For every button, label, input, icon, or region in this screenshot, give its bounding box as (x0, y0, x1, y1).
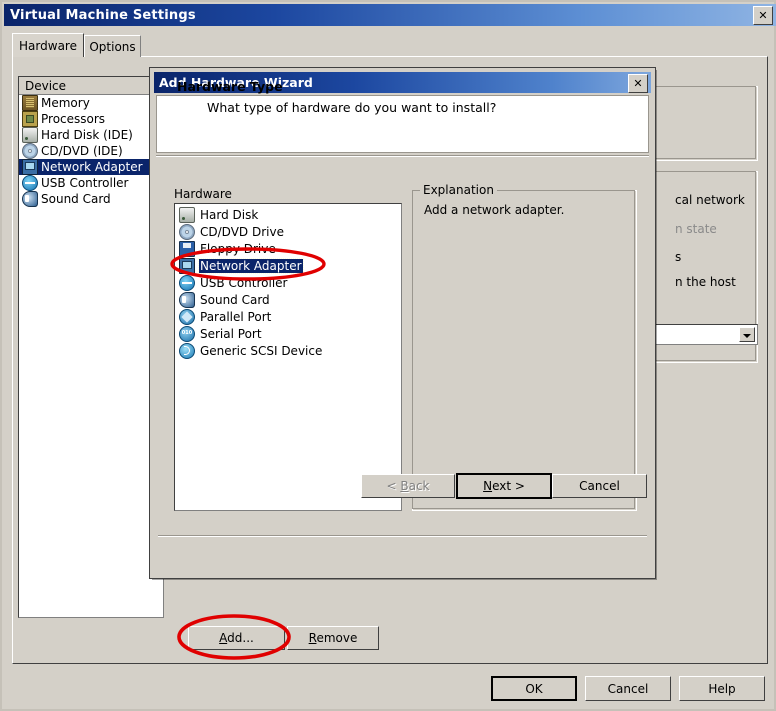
cd-dvd-icon (22, 143, 38, 159)
network-adapter-icon (22, 159, 38, 175)
window-title: Virtual Machine Settings (4, 8, 196, 23)
chevron-down-icon[interactable] (739, 327, 755, 342)
device-list-item[interactable]: Processors (19, 111, 163, 127)
hardware-list-item[interactable]: Hard Disk (175, 206, 401, 223)
info-fragment-4: n the host (675, 275, 736, 289)
tab-hardware-label: Hardware (19, 39, 77, 53)
hardware-item-label: USB Controller (199, 276, 288, 290)
next-rest: ext > (492, 479, 525, 493)
ok-button-label: OK (525, 682, 542, 696)
hardware-item-label: Sound Card (199, 293, 271, 307)
usb-icon (179, 275, 195, 291)
wizard-footer-divider-highlight (158, 536, 647, 537)
next-mnemonic: N (483, 479, 492, 493)
add-button-label: Add... (219, 631, 254, 645)
wizard-cancel-button[interactable]: Cancel (552, 474, 647, 498)
device-list[interactable]: Device Memory Processors Hard Disk (IDE) CD… (18, 76, 164, 618)
scsi-icon (179, 343, 195, 359)
device-item-label: Network Adapter (41, 160, 143, 174)
tab-strip: Hardware Options (12, 35, 768, 57)
explanation-groupbox (412, 190, 637, 511)
add-hardware-wizard-dialog: Add Hardware Wizard ✕ Hardware Type What… (150, 68, 655, 578)
device-item-label: Hard Disk (IDE) (41, 128, 133, 142)
device-item-label: USB Controller (41, 176, 128, 190)
hard-disk-icon (22, 127, 38, 143)
sound-card-icon (22, 191, 38, 207)
next-button[interactable]: Next > (456, 473, 552, 499)
help-button[interactable]: Help (679, 676, 765, 701)
device-list-item[interactable]: CD/DVD (IDE) (19, 143, 163, 159)
usb-icon (22, 175, 38, 191)
hardware-item-label: Serial Port (199, 327, 263, 341)
device-item-label: Processors (41, 112, 105, 126)
device-item-label: Memory (41, 96, 90, 110)
serial-port-icon: 010 (179, 326, 195, 342)
hard-disk-icon (179, 207, 195, 223)
wizard-heading: Hardware Type (177, 79, 283, 94)
device-list-item[interactable]: Network Adapter (19, 159, 163, 175)
wizard-cancel-label: Cancel (579, 479, 620, 493)
cpu-icon (22, 111, 38, 127)
device-list-item[interactable]: Memory (19, 95, 163, 111)
main-titlebar: Virtual Machine Settings ✕ (4, 4, 776, 26)
ok-button[interactable]: OK (491, 676, 577, 701)
hardware-list-item[interactable]: CD/DVD Drive (175, 223, 401, 240)
tab-hardware[interactable]: Hardware (12, 33, 84, 57)
explanation-text: Add a network adapter. (424, 203, 564, 217)
back-mnemonic: B (400, 479, 408, 493)
back-button[interactable]: < Back (361, 474, 455, 498)
wizard-header-divider-highlight (156, 156, 649, 157)
hardware-item-label: Parallel Port (199, 310, 272, 324)
hardware-list-item[interactable]: USB Controller (175, 274, 401, 291)
cancel-button-label: Cancel (608, 682, 649, 696)
device-list-item[interactable]: Hard Disk (IDE) (19, 127, 163, 143)
hardware-list-item[interactable]: Parallel Port (175, 308, 401, 325)
cd-dvd-icon (179, 224, 195, 240)
device-list-header: Device (19, 77, 163, 95)
parallel-port-icon (179, 309, 195, 325)
remove-button[interactable]: Remove (287, 626, 379, 650)
wizard-close-icon[interactable]: ✕ (628, 74, 648, 93)
back-button-label: < Back (386, 479, 429, 493)
hardware-item-label: Floppy Drive (199, 242, 277, 256)
hardware-list[interactable]: Hard Disk CD/DVD Drive Floppy Drive Network… (174, 203, 402, 511)
device-list-item[interactable]: USB Controller (19, 175, 163, 191)
tab-options-label: Options (89, 40, 135, 54)
hardware-list-item[interactable]: Floppy Drive (175, 240, 401, 257)
hardware-list-label: Hardware (174, 187, 232, 201)
add-button[interactable]: Add... (188, 626, 285, 650)
hardware-item-label: Hard Disk (199, 208, 259, 222)
info-fragment-2: n state (675, 222, 717, 236)
tab-options[interactable]: Options (84, 35, 141, 57)
memory-icon (22, 95, 38, 111)
hardware-item-label: CD/DVD Drive (199, 225, 285, 239)
hardware-item-label: Generic SCSI Device (199, 344, 323, 358)
remove-rest: emove (316, 631, 357, 645)
info-fragment-1: cal network (675, 193, 745, 207)
back-rest: ack (409, 479, 430, 493)
close-icon[interactable]: ✕ (753, 6, 773, 25)
add-mnemonic: A (219, 631, 227, 645)
explanation-legend: Explanation (420, 183, 497, 197)
device-item-label: CD/DVD (IDE) (41, 144, 123, 158)
network-adapter-icon (179, 258, 195, 274)
hardware-list-item[interactable]: Network Adapter (175, 257, 376, 274)
network-type-dropdown[interactable] (642, 324, 758, 345)
device-list-item[interactable]: Sound Card (19, 191, 163, 207)
device-item-label: Sound Card (41, 192, 111, 206)
hardware-item-label: Network Adapter (199, 259, 303, 273)
hardware-list-item[interactable]: Sound Card (175, 291, 401, 308)
wizard-subheading: What type of hardware do you want to ins… (207, 100, 496, 115)
next-button-label: Next > (483, 479, 525, 493)
floppy-icon (179, 241, 195, 257)
help-button-label: Help (708, 682, 735, 696)
cancel-button[interactable]: Cancel (585, 676, 671, 701)
hardware-list-item[interactable]: 010 Serial Port (175, 325, 401, 342)
info-fragment-3: s (675, 250, 681, 264)
hardware-list-item[interactable]: Generic SCSI Device (175, 342, 401, 359)
remove-button-label: Remove (309, 631, 358, 645)
sound-card-icon (179, 292, 195, 308)
add-rest: dd... (227, 631, 254, 645)
